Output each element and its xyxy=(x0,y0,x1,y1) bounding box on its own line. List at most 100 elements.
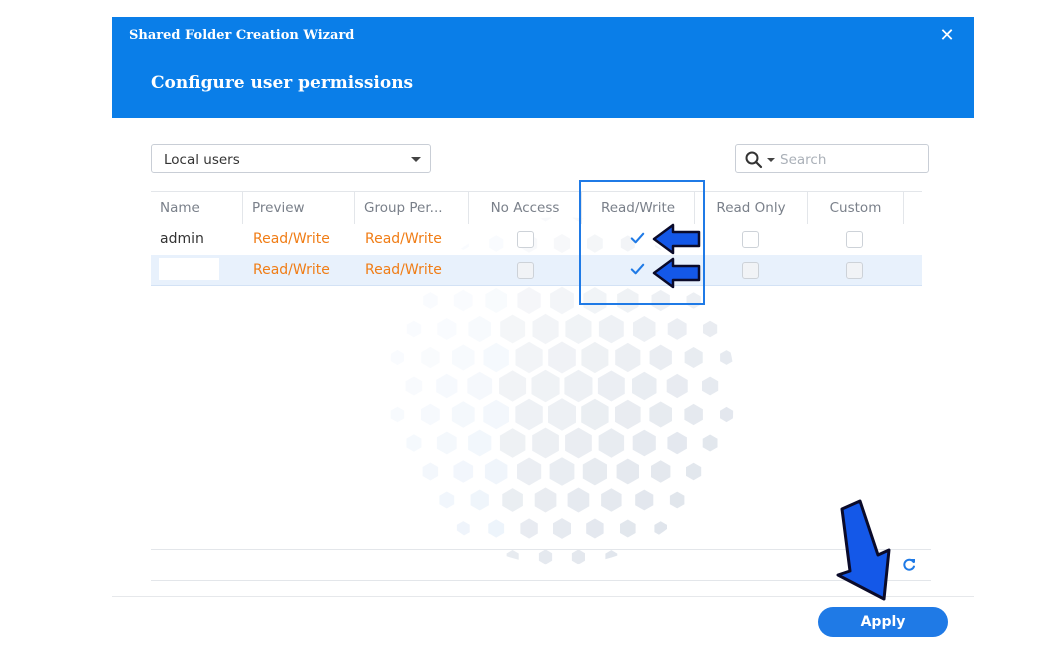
column-header-group-permission[interactable]: Group Per... xyxy=(355,192,469,224)
globe-hex-tile xyxy=(639,551,650,563)
globe-hex-tile xyxy=(534,487,557,513)
wizard-title: Shared Folder Creation Wizard xyxy=(129,28,355,43)
globe-hex-tile xyxy=(436,431,457,455)
globe-hex-tile xyxy=(421,403,440,426)
no-access-checkbox[interactable] xyxy=(517,262,534,279)
globe-hex-tile xyxy=(684,403,703,426)
globe-hex-tile xyxy=(720,406,734,423)
globe-hex-tile xyxy=(722,295,731,306)
globe-hex-tile xyxy=(667,431,687,455)
step-title: Configure user permissions xyxy=(151,73,414,93)
globe-hex-tile xyxy=(470,489,489,511)
globe-hex-tile xyxy=(598,428,625,458)
globe-hex-tile xyxy=(605,550,618,564)
globe-hex-tile xyxy=(633,316,656,342)
globe-hex-tile xyxy=(392,295,403,306)
globe-hex-tile xyxy=(669,491,685,509)
globe-hex-tile xyxy=(703,320,718,338)
globe-hex-tile xyxy=(392,465,403,478)
globe-hex-tile xyxy=(437,318,457,340)
globe-hex-tile xyxy=(467,371,493,401)
globe-hex-tile xyxy=(721,465,732,478)
globe-hex-tile xyxy=(406,434,422,452)
table-row[interactable]: admin Read/Write Read/Write xyxy=(151,224,922,255)
globe-hex-tile xyxy=(532,427,559,459)
globe-hex-tile xyxy=(616,458,639,485)
globe-hex-tile xyxy=(684,347,703,368)
read-only-checkbox[interactable] xyxy=(742,262,759,279)
globe-hex-tile xyxy=(517,457,542,486)
globe-hex-tile xyxy=(635,489,654,511)
preview-permission: Read/Write xyxy=(253,262,330,278)
globe-hex-tile xyxy=(439,491,455,509)
close-icon[interactable]: ✕ xyxy=(936,25,958,47)
globe-hex-tile xyxy=(483,342,509,373)
globe-hex-tile xyxy=(666,373,688,399)
globe-hex-tile xyxy=(381,380,386,392)
column-header-preview[interactable]: Preview xyxy=(243,192,355,224)
column-header-no-access[interactable]: No Access xyxy=(469,192,582,224)
no-access-checkbox[interactable] xyxy=(517,231,534,248)
globe-hex-tile xyxy=(620,519,636,538)
globe-hex-tile xyxy=(548,398,576,431)
search-box[interactable] xyxy=(735,144,929,173)
wizard-header: Shared Folder Creation Wizard ✕ Configur… xyxy=(112,17,974,118)
globe-hex-tile xyxy=(500,314,526,344)
globe-hex-tile xyxy=(532,313,559,345)
globe-hex-tile xyxy=(582,457,607,486)
globe-hex-tile xyxy=(453,460,474,483)
globe-hex-tile xyxy=(499,428,526,458)
globe-hex-tile xyxy=(654,521,667,536)
globe-hex-tile xyxy=(538,549,553,565)
globe-hex-tile xyxy=(488,519,505,538)
globe-hex-tile xyxy=(549,457,575,486)
globe-hex-tile xyxy=(422,462,439,481)
globe-hex-tile xyxy=(515,398,543,431)
globe-hex-tile xyxy=(649,344,672,371)
globe-hex-tile xyxy=(705,494,715,506)
group-permission: Read/Write xyxy=(365,262,442,278)
annotation-arrow-left-icon xyxy=(652,257,701,289)
globe-hex-tile xyxy=(567,487,590,513)
globe-hex-tile xyxy=(484,458,508,485)
globe-hex-tile xyxy=(586,518,604,539)
custom-checkbox[interactable] xyxy=(846,231,863,248)
search-options-chevron-icon[interactable] xyxy=(767,158,775,162)
globe-hex-tile xyxy=(483,399,509,430)
globe-hex-tile xyxy=(485,288,507,313)
globe-hex-tile xyxy=(738,380,741,392)
globe-hex-tile xyxy=(689,523,698,534)
globe-hex-tile xyxy=(565,314,592,344)
search-icon[interactable] xyxy=(745,151,763,169)
globe-hex-tile xyxy=(423,292,438,309)
group-permission: Read/Write xyxy=(365,231,442,247)
globe-hex-tile xyxy=(597,370,625,402)
column-header-custom[interactable]: Custom xyxy=(808,192,904,224)
globe-hex-tile xyxy=(421,346,440,369)
globe-hex-tile xyxy=(702,376,719,396)
globe-hex-tile xyxy=(553,518,571,539)
globe-hex-tile xyxy=(390,349,404,366)
custom-checkbox[interactable] xyxy=(846,262,863,279)
globe-hex-tile xyxy=(581,341,609,374)
globe-hex-tile xyxy=(686,462,702,481)
globe-hex-tile xyxy=(456,521,470,536)
globe-hex-tile xyxy=(468,429,492,457)
user-type-dropdown[interactable]: Local users xyxy=(151,144,431,173)
read-only-checkbox[interactable] xyxy=(742,231,759,248)
globe-hex-tile xyxy=(502,488,523,512)
search-input[interactable] xyxy=(778,148,927,171)
globe-hex-tile xyxy=(406,320,422,338)
table-bottom-divider xyxy=(151,549,931,550)
globe-hex-tile xyxy=(408,494,419,506)
globe-hex-tile xyxy=(651,460,671,483)
globe-hex-tile xyxy=(426,523,435,534)
globe-hex-tile xyxy=(451,401,475,428)
globe-hex-tile xyxy=(615,399,641,430)
column-header-name[interactable]: Name xyxy=(151,192,243,224)
column-header-read-only[interactable]: Read Only xyxy=(695,192,808,224)
globe-hex-tile xyxy=(517,287,541,314)
apply-button[interactable]: Apply xyxy=(818,607,948,637)
table-row[interactable]: Read/Write Read/Write xyxy=(151,255,922,286)
globe-hex-tile xyxy=(453,289,473,312)
